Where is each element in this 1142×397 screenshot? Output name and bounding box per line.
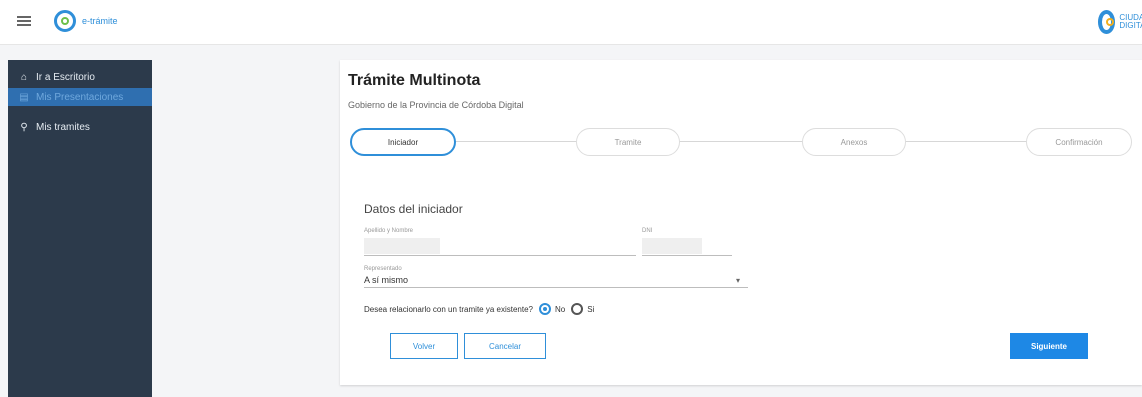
question-text: Desea relacionarlo con un tramite ya exi… <box>364 304 533 314</box>
page-subtitle: Gobierno de la Provincia de Córdoba Digi… <box>348 100 524 110</box>
dni-field-label: DNI <box>642 228 653 234</box>
step-tramite[interactable]: Tramite <box>576 128 680 156</box>
stepper-line <box>400 141 1122 142</box>
represents-field-label: Representado <box>364 266 402 272</box>
name-field[interactable] <box>364 255 636 256</box>
dni-field[interactable] <box>642 255 732 256</box>
radio-no-label: No <box>554 304 566 314</box>
sidebar-item-label: Mis tramites <box>36 121 90 133</box>
step-iniciador[interactable]: Iniciador <box>350 128 456 156</box>
sidebar-item-label: Mis Presentaciones <box>36 91 124 103</box>
app-name: e-trámite <box>82 16 118 26</box>
sidebar: ⌂ Ir a Escritorio ▤ Mis Presentaciones ⚲… <box>8 60 152 397</box>
related-question: Desea relacionarlo con un tramite ya exi… <box>364 303 594 315</box>
represents-select-value: A sí mismo <box>364 275 409 285</box>
ciudad-digital-logo: CIUDAD DIGITAL <box>1098 10 1142 34</box>
radio-si-label: Si <box>587 304 595 314</box>
chevron-down-icon[interactable]: ▾ <box>736 276 740 285</box>
form-card: Trámite Multinota Gobierno de la Provinc… <box>340 60 1142 385</box>
name-field-value <box>364 238 440 254</box>
etramite-logo-icon <box>54 10 76 32</box>
sidebar-item-tramites[interactable]: ⚲ Mis tramites <box>8 118 152 136</box>
document-icon: ▤ <box>19 91 29 103</box>
name-field-label: Apellido y Nombre <box>364 228 414 234</box>
sidebar-item-escritorio[interactable]: ⌂ Ir a Escritorio <box>8 68 152 86</box>
step-confirmacion[interactable]: Confirmación <box>1026 128 1132 156</box>
section-title: Datos del iniciador <box>364 202 463 216</box>
back-button[interactable]: Volver <box>390 333 458 359</box>
search-icon: ⚲ <box>20 121 28 133</box>
dni-field-value <box>642 238 702 254</box>
radio-si[interactable] <box>571 303 584 315</box>
top-bar: e-trámite CIUDAD DIGITAL <box>0 0 1142 45</box>
page-title: Trámite Multinota <box>348 72 481 89</box>
radio-no[interactable] <box>538 303 551 315</box>
ciudad-digital-text: CIUDAD DIGITAL <box>1119 13 1142 30</box>
sidebar-item-presentaciones[interactable]: ▤ Mis Presentaciones <box>8 88 152 106</box>
sidebar-item-label: Ir a Escritorio <box>36 71 95 83</box>
home-icon: ⌂ <box>20 71 28 83</box>
next-button[interactable]: Siguiente <box>1010 333 1088 359</box>
menu-icon[interactable] <box>17 16 31 26</box>
ciudad-digital-icon <box>1098 10 1116 34</box>
represents-select[interactable] <box>364 287 748 288</box>
cancel-button[interactable]: Cancelar <box>464 333 546 359</box>
app-logo[interactable]: e-trámite <box>54 10 118 32</box>
step-anexos[interactable]: Anexos <box>802 128 906 156</box>
